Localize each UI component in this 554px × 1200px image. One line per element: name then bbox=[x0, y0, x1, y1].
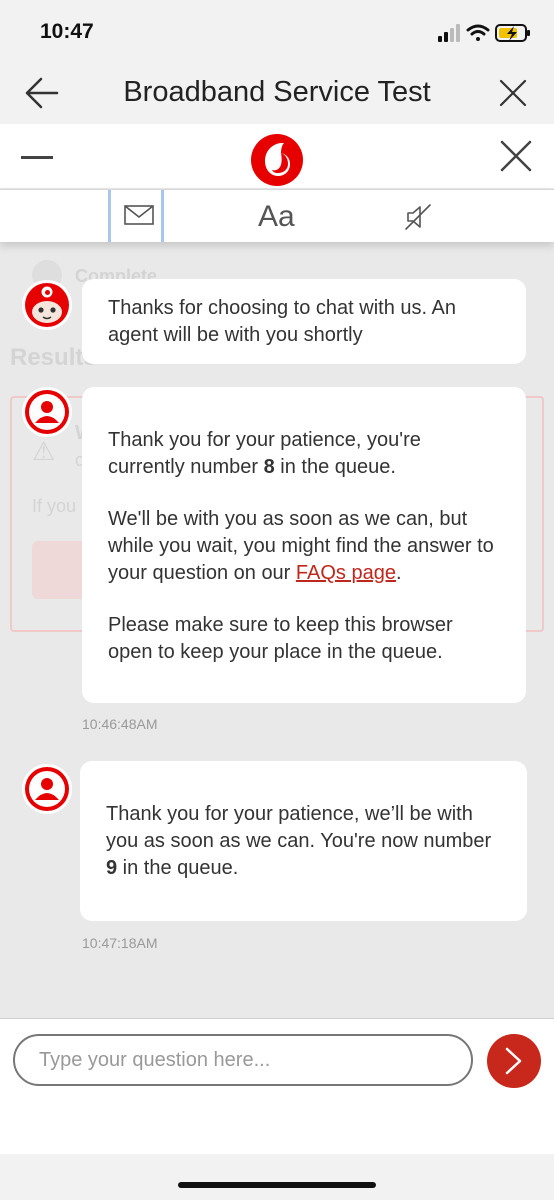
home-indicator[interactable] bbox=[178, 1182, 376, 1188]
keep-browser-open-text: Please make sure to keep this browser op… bbox=[108, 614, 453, 663]
status-time: 10:47 bbox=[40, 20, 94, 43]
message-text: Thanks for choosing to chat with us. An … bbox=[108, 297, 456, 346]
chat-toolbar: Aa bbox=[0, 189, 554, 242]
bot-avatar bbox=[22, 280, 72, 330]
email-icon bbox=[124, 205, 154, 225]
status-icons bbox=[438, 24, 530, 42]
status-bar: 10:47 bbox=[0, 0, 554, 62]
send-button[interactable] bbox=[487, 1034, 541, 1088]
home-indicator-area bbox=[0, 1154, 554, 1200]
email-transcript-button[interactable] bbox=[108, 190, 164, 242]
faqs-page-link[interactable]: FAQs page bbox=[296, 562, 396, 584]
battery-icon bbox=[495, 24, 530, 42]
close-icon[interactable] bbox=[498, 78, 528, 108]
page-title: Broadband Service Test bbox=[123, 76, 431, 108]
mute-speaker-icon[interactable] bbox=[404, 203, 432, 231]
widget-close-icon[interactable] bbox=[500, 140, 532, 172]
agent-avatar-icon bbox=[22, 764, 72, 814]
queue-number: 9 bbox=[106, 857, 118, 879]
background-warning-icon: ⚠ bbox=[32, 436, 56, 466]
font-size-button[interactable]: Aa bbox=[258, 200, 295, 234]
signal-icon bbox=[438, 24, 460, 42]
agent-avatar-icon bbox=[22, 387, 72, 437]
message-timestamp: 10:47:18AM bbox=[82, 935, 158, 951]
queue-position-text: Thank you for your patience, we’ll be wi… bbox=[106, 803, 492, 879]
message-bubble-agent-1: Thank you for your patience, you're curr… bbox=[82, 387, 526, 703]
background-if-you-text: If you bbox=[32, 496, 77, 516]
faq-suggestion-text: We'll be with you as soon as we can, but… bbox=[108, 508, 494, 584]
send-chevron-icon bbox=[505, 1047, 522, 1075]
message-timestamp: 10:46:48AM bbox=[82, 716, 158, 732]
vodafone-logo bbox=[251, 134, 303, 186]
queue-number: 8 bbox=[263, 456, 275, 478]
queue-position-text: Thank you for your patience, you're curr… bbox=[108, 429, 421, 478]
question-input[interactable] bbox=[13, 1034, 473, 1086]
minimize-icon[interactable] bbox=[21, 156, 53, 159]
message-bubble-agent-2: Thank you for your patience, we’ll be wi… bbox=[80, 761, 527, 921]
navigation-bar: Broadband Service Test bbox=[0, 62, 554, 124]
wifi-icon bbox=[466, 24, 490, 41]
message-bubble-bot: Thanks for choosing to chat with us. An … bbox=[82, 279, 526, 364]
